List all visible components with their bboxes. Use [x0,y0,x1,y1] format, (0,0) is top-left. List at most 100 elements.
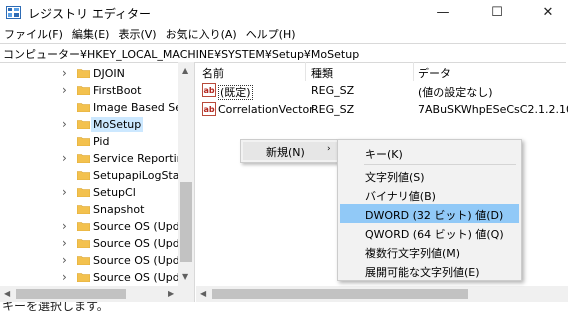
context-menu: 新規(N) › [240,139,340,163]
tree-pane: › DJOIN › FirstBoot Image Based Setu › MoSetup… [0,62,195,311]
menu-bar: ファイル(F) 編集(E) 表示(V) お気に入り(A) ヘルプ(H) [0,26,301,43]
folder-icon [77,86,90,95]
scroll-up-arrow-icon[interactable]: ▲ [182,66,188,75]
scroll-down-arrow-icon[interactable]: ▼ [182,272,188,281]
submenu-item[interactable]: DWORD (32 ビット) 値(D) [340,204,519,223]
submenu-item[interactable]: 展開可能な文字列値(E) [340,261,519,280]
value-type: REG_SZ [311,84,355,97]
tree-item[interactable]: › Source OS (Updat [0,252,191,269]
menu-item-new[interactable]: 新規(N) [266,144,305,160]
tree-item[interactable]: › Source OS (Updat [0,235,191,252]
tree-item-label: DJOIN [93,67,125,80]
title-bar: レジストリ エディター — ☐ ✕ [0,0,568,26]
folder-icon [77,239,90,248]
address-path[interactable]: コンピューター¥HKEY_LOCAL_MACHINE¥SYSTEM¥Setup¥… [3,46,359,62]
close-button[interactable]: ✕ [528,0,568,24]
tree-item[interactable]: › DJOIN [0,65,178,82]
value-type: REG_SZ [311,103,355,116]
tree-item-label: FirstBoot [93,84,142,97]
scroll-thumb[interactable] [16,289,126,299]
column-name-header[interactable]: 名前 [202,65,224,81]
regedit-app-icon [6,6,21,19]
chevron-right-icon[interactable]: › [62,220,70,232]
bottom-caption: キーを選択します。 [2,302,109,311]
tree-item-label: Snapshot [93,203,145,216]
tree-item[interactable]: › FirstBoot [0,82,178,99]
scroll-thumb[interactable] [212,289,468,299]
value-data: 7ABuSKWhpESeCsC2.1.2.10.1. [418,103,568,116]
value-name: (既定) [218,84,253,100]
folder-icon [77,273,90,282]
folder-icon [77,154,90,163]
tree-item[interactable]: Pid [0,133,178,150]
folder-icon [77,171,90,180]
chevron-right-icon[interactable]: › [62,84,70,96]
window-title: レジストリ エディター [28,7,151,21]
string-value-icon: ab [202,83,216,97]
column-type-header[interactable]: 種類 [311,65,333,81]
submenu-item[interactable]: キー(K) [340,143,519,162]
submenu-item-label: 展開可能な文字列値(E) [365,266,480,279]
submenu-arrow-icon: › [327,144,331,154]
tree-horizontal-scrollbar[interactable]: ◀ ▶ [0,286,194,302]
bottom-strip: キーを選択します。 [0,302,568,311]
folder-icon [77,222,90,231]
tree-item[interactable]: › Source OS (Updat [0,269,191,286]
list-row[interactable]: ab (既定) REG_SZ (値の設定なし) [196,81,568,100]
tree-item[interactable]: SetupapiLogStatu [0,167,191,184]
column-divider[interactable] [413,62,414,81]
column-data-header[interactable]: データ [418,65,451,81]
tree-item-label: SetupCl [93,186,136,199]
chevron-right-icon[interactable]: › [62,254,70,266]
chevron-right-icon[interactable]: › [62,271,70,283]
folder-icon [77,188,90,197]
submenu-item[interactable]: バイナリ値(B) [340,185,519,204]
tree-item-label: Pid [93,135,110,148]
submenu-item-label: 文字列値(S) [365,171,425,184]
folder-icon [77,205,90,214]
menu-favorites[interactable]: お気に入り(A) [162,26,242,43]
tree-item[interactable]: › MoSetup [0,116,178,133]
menu-file[interactable]: ファイル(F) [0,26,68,43]
submenu-item[interactable]: 文字列値(S) [340,166,519,185]
menu-help[interactable]: ヘルプ(H) [242,26,301,43]
maximize-button[interactable]: ☐ [474,0,520,24]
menu-view[interactable]: 表示(V) [114,26,161,43]
folder-icon [77,256,90,265]
list-row[interactable]: ab CorrelationVector REG_SZ 7ABuSKWhpESe… [196,100,568,119]
tree-vertical-scrollbar[interactable]: ▲ ▼ [178,62,194,286]
chevron-right-icon[interactable]: › [62,237,70,249]
address-bar[interactable]: コンピューター¥HKEY_LOCAL_MACHINE¥SYSTEM¥Setup¥… [0,43,566,63]
minimize-button[interactable]: — [420,0,466,24]
scroll-thumb[interactable] [180,182,192,262]
menu-separator [364,164,516,165]
tree-item[interactable]: › Source OS (Updat [0,218,191,235]
tree-item[interactable]: › SetupCl [0,184,178,201]
tree-item[interactable]: Image Based Setu [0,99,193,116]
folder-icon [77,103,90,112]
value-name-text: (既定) [218,85,253,100]
folder-icon [77,137,90,146]
svg-text:ab: ab [204,105,215,114]
submenu-item[interactable]: 複数行文字列値(M) [340,242,519,261]
scroll-left-arrow-icon[interactable]: ◀ [200,289,206,298]
folder-icon [77,120,90,129]
value-data: (値の設定なし) [418,86,493,99]
folder-icon [77,69,90,78]
scroll-right-arrow-icon[interactable]: ▶ [168,289,174,298]
chevron-right-icon[interactable]: › [62,67,70,79]
column-divider[interactable] [305,62,306,81]
value-name: CorrelationVector [218,103,314,116]
scroll-left-arrow-icon[interactable]: ◀ [4,289,10,298]
list-header: 名前 種類 データ [196,62,568,81]
tree-item[interactable]: › Service Reporting [0,150,191,167]
svg-text:ab: ab [204,86,215,95]
tree-item[interactable]: Snapshot [0,201,178,218]
menu-edit[interactable]: 編集(E) [68,26,115,43]
list-horizontal-scrollbar[interactable]: ◀ [196,286,568,302]
chevron-right-icon[interactable]: › [62,118,70,130]
submenu-item[interactable]: QWORD (64 ビット) 値(Q) [340,223,519,242]
chevron-right-icon[interactable]: › [62,186,70,198]
chevron-right-icon[interactable]: › [62,152,70,164]
new-submenu: キー(K) 文字列値(S) バイナリ値(B) DWORD (32 ビット) 値(D) Q… [337,139,522,281]
